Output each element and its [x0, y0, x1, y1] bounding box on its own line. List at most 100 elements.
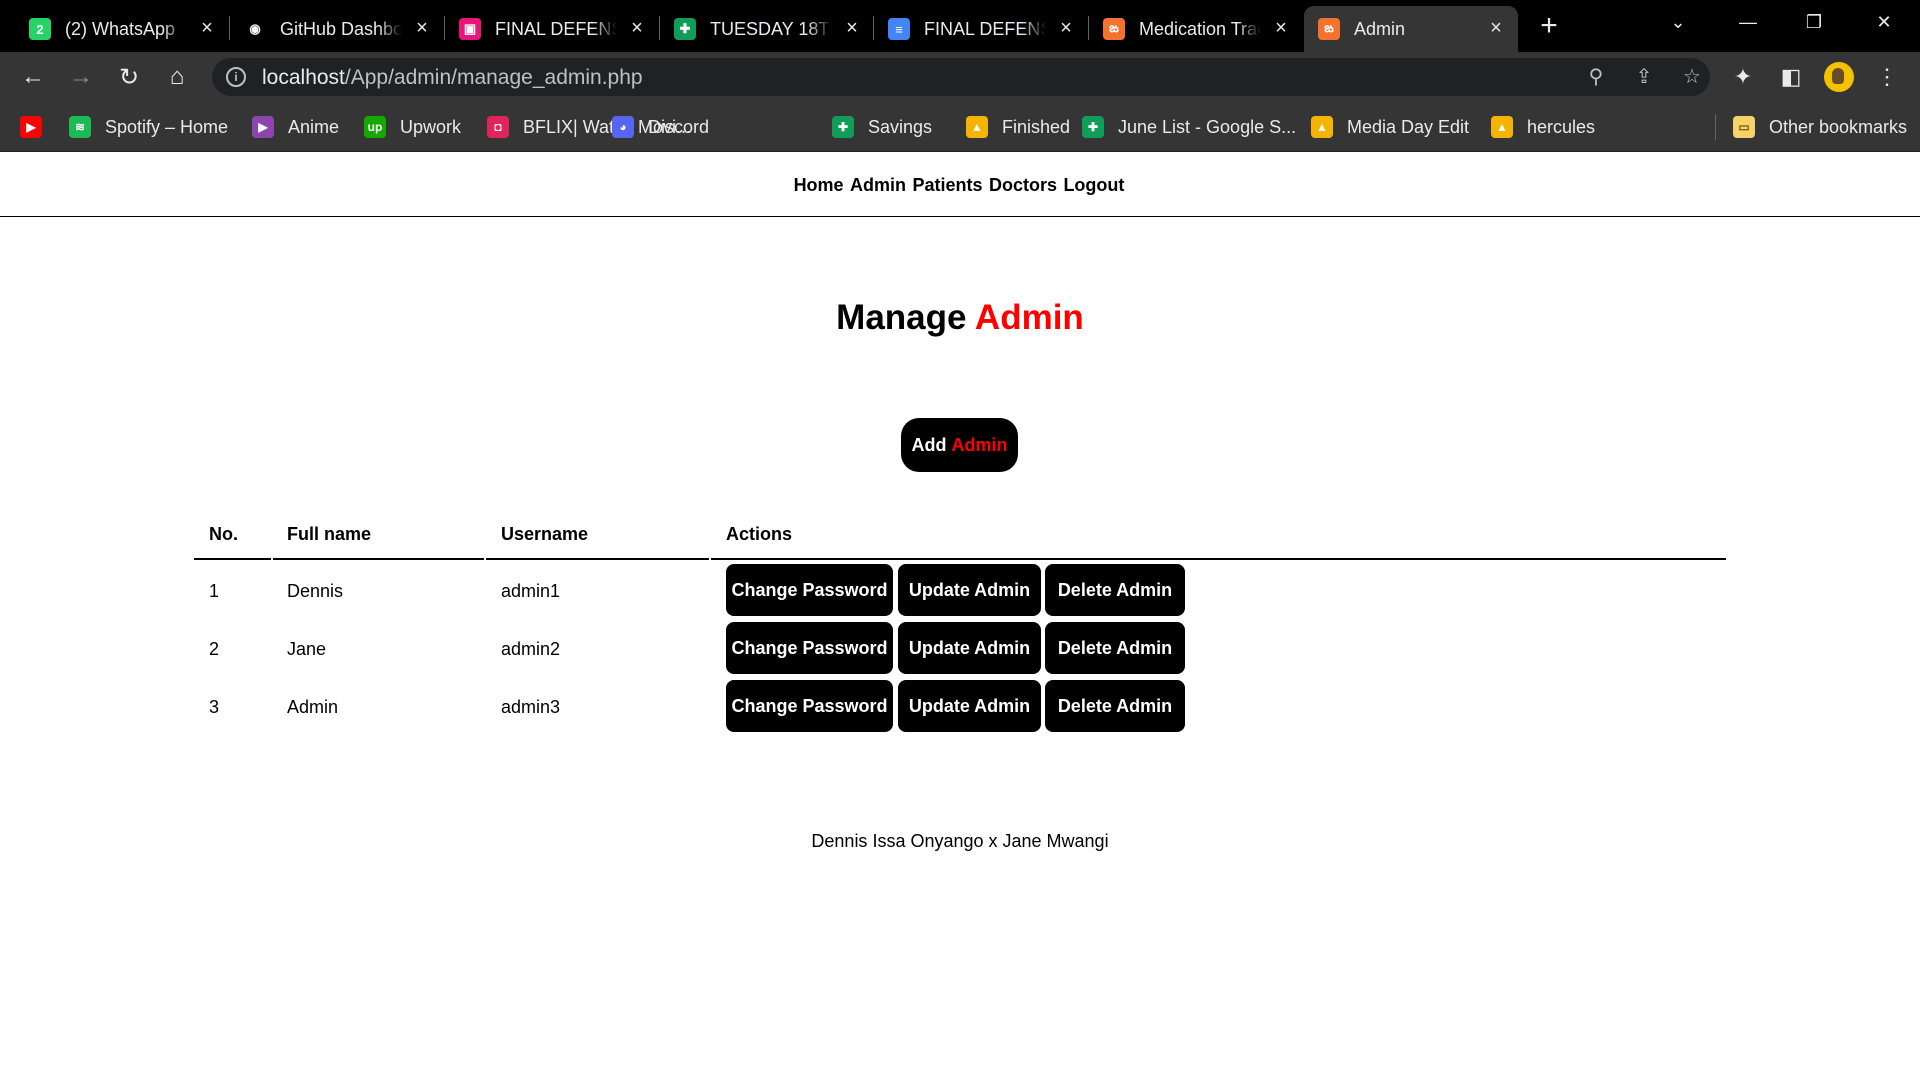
add-admin-label-part1: Add	[911, 434, 947, 455]
tab-title: FINAL DEFENSE	[495, 18, 617, 39]
tab-title: Admin	[1354, 18, 1406, 39]
bookmark-label: Finished	[1002, 116, 1071, 137]
nav-link-logout[interactable]: Logout	[1063, 175, 1124, 196]
nav-link-doctors[interactable]: Doctors	[989, 175, 1057, 196]
close-tab-icon[interactable]: ×	[197, 18, 217, 38]
header-actions: Actions	[726, 524, 793, 544]
url-text[interactable]: localhost/App/admin/manage_admin.php	[262, 66, 643, 90]
forward-arrow-icon[interactable]: →	[64, 60, 98, 94]
tab-search-icon[interactable]: ⌄	[1648, 0, 1708, 44]
bookmark-label: Media Day Edit	[1347, 116, 1470, 137]
extensions-icon[interactable]: ✦	[1728, 62, 1758, 92]
address-bar[interactable]: i localhost/App/admin/manage_admin.php ⚲…	[212, 58, 1710, 96]
other-bookmarks[interactable]: ▭ Other bookmarks	[1733, 114, 1907, 140]
bookmark-item[interactable]: ▲ Finished	[966, 114, 1070, 140]
sheets-icon: ✚	[674, 18, 696, 40]
update-admin-button[interactable]: Update Admin	[898, 680, 1041, 732]
bookmark-label: Discord	[648, 116, 710, 137]
youtube-icon: ▶	[20, 116, 42, 138]
bookmark-label: Spotify – Home	[105, 116, 229, 137]
browser-tab[interactable]: ▣ FINAL DEFENSE ×	[445, 6, 659, 52]
url-path: /App/admin/manage_admin.php	[344, 66, 643, 89]
tab-separator	[1088, 16, 1089, 40]
browser-tab[interactable]: ≡ FINAL DEFENSE ×	[874, 6, 1088, 52]
close-tab-icon[interactable]: ×	[1486, 18, 1506, 38]
tab-title: FINAL DEFENSE	[924, 18, 1046, 39]
side-panel-icon[interactable]: ◧	[1776, 62, 1806, 92]
site-info-icon[interactable]: i	[226, 67, 246, 87]
cell-no: 2	[209, 639, 220, 659]
web-page: Home Admin Patients Doctors Logout Manag…	[0, 153, 1920, 1080]
browser-tab[interactable]: 2 (2) WhatsApp ×	[15, 6, 229, 52]
close-tab-icon[interactable]: ×	[627, 18, 647, 38]
bookmark-item[interactable]: ▲ hercules	[1491, 114, 1595, 140]
cell-no: 1	[209, 581, 220, 601]
bookmark-label: Anime	[288, 116, 340, 137]
other-bookmarks-label: Other bookmarks	[1769, 116, 1908, 137]
spotify-icon: ≋	[69, 116, 91, 138]
bookmark-item[interactable]: ▲ Media Day Edit	[1311, 114, 1469, 140]
cell-full-name: Dennis	[287, 581, 344, 601]
bookmark-item[interactable]: up Upwork	[364, 114, 461, 140]
reload-icon[interactable]: ↻	[112, 60, 146, 94]
bookmark-item[interactable]: ✚ Savings	[832, 114, 932, 140]
drive-icon: ▲	[1311, 116, 1333, 138]
bookmark-item[interactable]: ▶	[20, 114, 42, 140]
delete-admin-button[interactable]: Delete Admin	[1045, 622, 1185, 674]
xampp-icon: ఙ	[1103, 18, 1125, 40]
nav-link-patients[interactable]: Patients	[912, 175, 982, 196]
tab-separator	[444, 16, 445, 40]
back-arrow-icon[interactable]: ←	[16, 60, 50, 94]
restore-button[interactable]: ❐	[1784, 0, 1844, 44]
browser-tab[interactable]: ఙ Medication Tracker ×	[1089, 6, 1303, 52]
delete-admin-button[interactable]: Delete Admin	[1045, 564, 1185, 616]
play-icon: ▶	[252, 116, 274, 138]
bookmark-item[interactable]: ▶ Anime	[252, 114, 339, 140]
cell-full-name: Admin	[287, 697, 339, 717]
cell-username: admin2	[501, 639, 561, 659]
page-title-part2: Admin	[974, 298, 1084, 337]
browser-tab[interactable]: ఙ Admin ×	[1304, 6, 1518, 52]
sheets-icon: ✚	[832, 116, 854, 138]
minimize-button[interactable]: —	[1718, 0, 1778, 44]
browser-tab[interactable]: ✚ TUESDAY 18TH ×	[660, 6, 874, 52]
bookmark-item[interactable]: ◕ Discord	[612, 114, 709, 140]
bookmark-label: Savings	[868, 116, 933, 137]
discord-icon: ◕	[612, 116, 634, 138]
update-admin-button[interactable]: Update Admin	[898, 564, 1041, 616]
new-tab-button[interactable]: +	[1533, 11, 1565, 43]
delete-admin-button[interactable]: Delete Admin	[1045, 680, 1185, 732]
bookmark-star-icon[interactable]: ☆	[1680, 65, 1704, 89]
header-username: Username	[501, 524, 589, 544]
zoom-icon[interactable]: ⚲	[1584, 65, 1608, 89]
change-password-button[interactable]: Change Password	[726, 680, 893, 732]
update-admin-button[interactable]: Update Admin	[898, 622, 1041, 674]
close-tab-icon[interactable]: ×	[1271, 18, 1291, 38]
tab-title: TUESDAY 18TH	[710, 18, 832, 39]
tab-separator	[229, 16, 230, 40]
profile-avatar[interactable]	[1824, 62, 1854, 92]
tab-strip: 2 (2) WhatsApp × ◉ GitHub Dashboard × ▣ FINAL D…	[0, 0, 1920, 52]
cell-username: admin3	[501, 697, 561, 717]
home-icon[interactable]: ⌂	[160, 60, 194, 94]
tab-title: (2) WhatsApp	[65, 18, 176, 39]
bookmark-item[interactable]: ✚ June List - Google S...	[1082, 114, 1296, 140]
header-underline	[273, 558, 484, 560]
nav-link-admin[interactable]: Admin	[850, 175, 906, 196]
change-password-button[interactable]: Change Password	[726, 564, 893, 616]
tab-title: GitHub Dashboard	[280, 18, 402, 39]
bookmark-item[interactable]: ≋ Spotify – Home	[69, 114, 228, 140]
bookmark-label: June List - Google S...	[1118, 116, 1297, 137]
change-password-button[interactable]: Change Password	[726, 622, 893, 674]
add-admin-button[interactable]: Add Admin	[901, 418, 1018, 472]
close-tab-icon[interactable]: ×	[1056, 18, 1076, 38]
nav-link-home[interactable]: Home	[794, 175, 844, 196]
close-window-button[interactable]: ✕	[1854, 0, 1914, 44]
share-icon[interactable]: ⇪	[1632, 65, 1656, 89]
close-tab-icon[interactable]: ×	[412, 18, 432, 38]
close-tab-icon[interactable]: ×	[842, 18, 862, 38]
menu-icon[interactable]: ⋮	[1872, 62, 1902, 92]
browser-tab[interactable]: ◉ GitHub Dashboard ×	[230, 6, 444, 52]
tab-title: Medication Tracker	[1139, 18, 1261, 39]
tab-separator	[659, 16, 660, 40]
